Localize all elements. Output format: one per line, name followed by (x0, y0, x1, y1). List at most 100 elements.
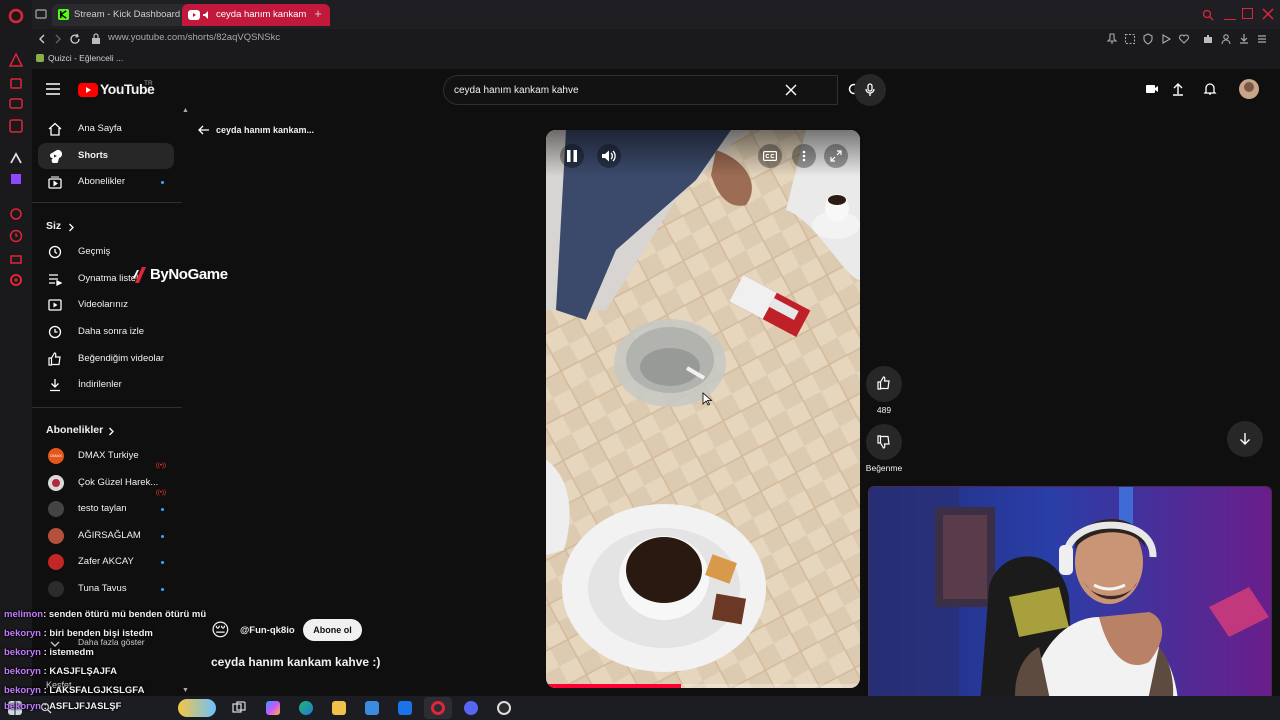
record-icon[interactable] (8, 206, 24, 222)
opera-logo-icon[interactable] (8, 8, 24, 24)
forward-icon[interactable] (52, 33, 64, 45)
easy-setup-icon[interactable] (1256, 33, 1268, 45)
chat-text: KASJFLŞAJFA (49, 666, 117, 677)
new-content-dot (161, 561, 164, 564)
sidebar-item-history[interactable]: Geçmiş (38, 239, 174, 265)
kick-rail-icon[interactable] (8, 150, 24, 166)
twitch-icon[interactable] (8, 172, 24, 188)
opera-taskbar-button[interactable] (424, 697, 452, 719)
channel-name: Çok Güzel Harek... (78, 477, 159, 488)
new-tab-button[interactable]: + (310, 6, 326, 22)
next-short-button[interactable] (1227, 421, 1263, 457)
sidebar-channel-tuna-tavus[interactable]: Tuna Tavus (38, 576, 174, 602)
create-icon[interactable] (1145, 82, 1159, 96)
file-explorer-icon[interactable] (332, 701, 346, 715)
tab-youtube-short[interactable]: ceyda hanım kankam (182, 4, 330, 26)
search-tabs-icon[interactable] (1202, 9, 1214, 21)
sidebar-item-home[interactable]: Ana Sayfa (38, 116, 174, 142)
copilot-widget[interactable] (178, 699, 216, 717)
channel-handle[interactable]: @Fun-qk8io (240, 625, 295, 636)
messenger-icon[interactable] (8, 96, 24, 112)
youtube-header: YouTube TR (32, 69, 1280, 111)
pin-icon[interactable] (1106, 33, 1118, 45)
sidebar-channel-testo-taylan[interactable]: testo taylan (38, 496, 174, 522)
play-icon[interactable] (1160, 33, 1172, 45)
pause-button[interactable] (560, 144, 584, 168)
lock-icon[interactable] (91, 33, 101, 45)
sidebar-item-your-videos[interactable]: Videolarınız (38, 292, 174, 318)
sidebar-item-subscriptions[interactable]: Abonelikler (38, 169, 174, 195)
account-avatar[interactable] (1239, 79, 1259, 99)
player-icon[interactable] (8, 118, 24, 134)
store-icon[interactable] (365, 701, 379, 715)
extensions-icon[interactable] (1202, 33, 1214, 45)
discord-icon[interactable] (464, 701, 478, 715)
chat-username: bekoryn (4, 666, 41, 677)
reload-icon[interactable] (69, 33, 81, 45)
clear-search-icon[interactable] (785, 84, 797, 96)
short-video-player[interactable] (546, 130, 860, 688)
tab-overview-icon[interactable] (35, 8, 47, 20)
bookmark-quizci[interactable]: Quizci - Eğlenceli ... (36, 52, 123, 66)
extensions-rail-icon[interactable] (8, 250, 24, 266)
upload-icon[interactable] (1171, 82, 1185, 96)
progress-bar[interactable] (546, 684, 860, 688)
playlist-icon (49, 274, 62, 286)
captions-button[interactable] (758, 144, 782, 168)
sidebar-item-shorts[interactable]: Shorts (38, 143, 174, 169)
channel-avatar (48, 528, 64, 544)
sidebar-channel-cok-guzel[interactable]: Çok Güzel Harek... ((•)) (38, 470, 174, 496)
sidebar-item-label: Abonelikler (78, 176, 125, 187)
sidebar-item-watch-later[interactable]: Daha sonra izle (38, 319, 174, 345)
profile-icon[interactable] (1220, 33, 1232, 45)
youtube-logo[interactable]: YouTube TR (78, 80, 158, 101)
notifications-icon[interactable] (1203, 82, 1217, 96)
back-icon[interactable] (36, 33, 48, 45)
sidebar-scroll-up[interactable]: ▲ (182, 107, 189, 115)
sidebar-channel-agirsaglam[interactable]: AĞIRSAĞLAM (38, 523, 174, 549)
chat-text: ASFLJFJASLŞF (49, 701, 122, 712)
bag-icon[interactable] (8, 74, 24, 90)
subscriptions-icon (48, 176, 62, 189)
history-icon (48, 245, 62, 259)
task-view-icon[interactable] (232, 701, 246, 715)
edge-icon[interactable] (299, 701, 313, 715)
downloads-icon[interactable] (1238, 33, 1250, 45)
copilot-app-icon[interactable] (266, 701, 280, 715)
chat-text: senden ötürü mü benden ötürü mü (48, 609, 207, 620)
subscriptions-section-header[interactable]: Abonelikler (32, 419, 182, 441)
like-button[interactable] (866, 366, 902, 402)
clock-icon[interactable] (8, 228, 24, 244)
shield-icon[interactable] (1142, 33, 1154, 45)
dislike-button[interactable] (866, 424, 902, 460)
menu-icon[interactable] (46, 83, 60, 95)
heart-icon[interactable] (1178, 33, 1190, 45)
volume-button[interactable] (597, 144, 621, 168)
search-input[interactable] (454, 80, 774, 100)
sidebar-item-downloads[interactable]: İndirilenler (38, 372, 174, 398)
sidebar-item-liked-videos[interactable]: Beğendiğim videolar (38, 346, 174, 372)
settings-icon[interactable] (8, 272, 24, 288)
maximize-button[interactable] (1242, 8, 1253, 19)
home-icon (48, 122, 62, 136)
new-content-dot (161, 535, 164, 538)
close-window-icon[interactable] (1262, 8, 1274, 20)
sidebar-channel-dmax[interactable]: DMAX DMAX Turkiye ((•)) (38, 443, 174, 469)
captions-icon (763, 151, 777, 161)
mail-icon[interactable] (398, 701, 412, 715)
you-section-header[interactable]: Siz (32, 215, 182, 237)
snapshot-icon[interactable] (1124, 33, 1136, 45)
more-options-button[interactable] (792, 144, 816, 168)
voice-search-button[interactable] (854, 74, 886, 106)
url-text[interactable]: www.youtube.com/shorts/82aqVQSNSkc (108, 32, 280, 43)
divider (32, 202, 182, 203)
fullscreen-button[interactable] (824, 144, 848, 168)
new-content-dot (161, 181, 164, 184)
subscribe-button[interactable]: Abone ol (303, 619, 362, 641)
aria-icon[interactable] (8, 52, 24, 68)
your-videos-icon (48, 299, 62, 311)
speaker-icon[interactable] (202, 10, 212, 20)
sidebar-channel-zafer-akcay[interactable]: Zafer AKCAY (38, 549, 174, 575)
obs-icon[interactable] (497, 701, 511, 715)
minimize-button[interactable] (1224, 8, 1236, 20)
